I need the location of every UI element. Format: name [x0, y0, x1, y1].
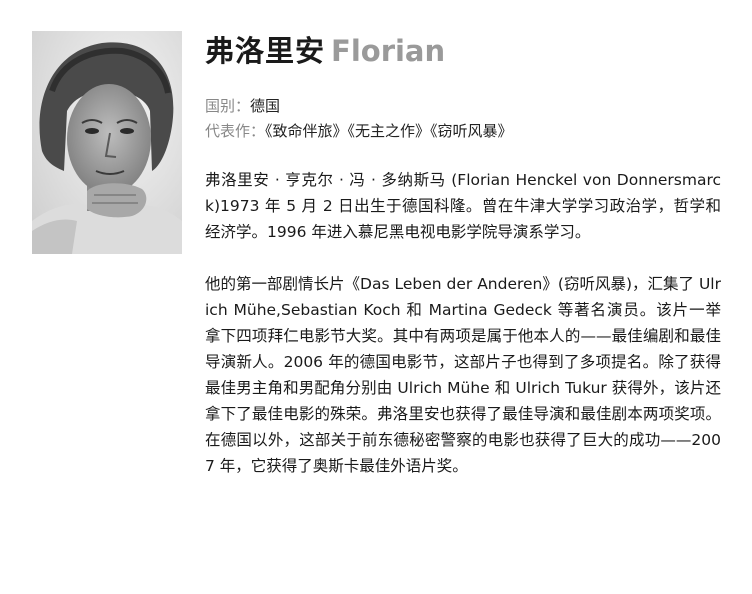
works-value: 《致命伴旅》《无主之作》《窃听风暴》 [265, 122, 513, 140]
profile-info: 弗洛里安 Florian 国别：德国 代表作：《致命伴旅》《无主之作》《窃听风暴》… [205, 28, 721, 479]
bio-paragraph: 弗洛里安 · 亨克尔 · 冯 · 多纳斯马 (Florian Henckel v… [205, 171, 721, 241]
works-label: 代表作： [205, 122, 266, 140]
nationality-row: 国别：德国 [205, 94, 721, 119]
nationality-label: 国别： [205, 97, 251, 115]
nationality-value: 德国 [250, 97, 281, 115]
bio-paragraph: 他的第一部剧情长片《Das Leben der Anderen》(窃听风暴)，汇… [205, 275, 721, 475]
profile-meta: 国别：德国 代表作：《致命伴旅》《无主之作》《窃听风暴》 [205, 94, 721, 144]
works-row: 代表作：《致命伴旅》《无主之作》《窃听风暴》 [205, 119, 721, 144]
portrait-photo [32, 31, 182, 254]
person-name: 弗洛里安 Florian [205, 28, 721, 72]
name-english: Florian [331, 34, 446, 68]
name-chinese: 弗洛里安 [205, 34, 326, 68]
